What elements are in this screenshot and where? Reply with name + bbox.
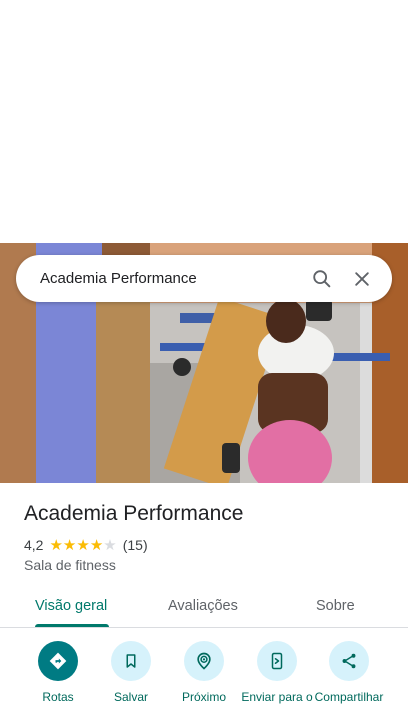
star-filled-icon: ★: [49, 536, 63, 554]
send-to-phone-button[interactable]: Enviar para o: [241, 641, 313, 705]
search-icon[interactable]: [302, 259, 342, 299]
place-tabs: Visão geral Avaliações Sobre: [0, 584, 408, 628]
rating-value: 4,2: [24, 537, 44, 553]
nearby-icon: [184, 641, 224, 681]
search-bar[interactable]: Academia Performance: [16, 255, 392, 302]
search-input[interactable]: Academia Performance: [40, 270, 302, 287]
share-label: Compartilhar: [314, 690, 384, 704]
share-icon: [329, 641, 369, 681]
map-blank-area: [0, 0, 408, 243]
rating-row[interactable]: 4,2 ★ ★ ★ ★ ★ (15): [24, 536, 394, 554]
nearby-label: Próximo: [181, 690, 226, 704]
send-to-phone-icon: [257, 641, 297, 681]
directions-icon: [38, 641, 78, 681]
place-title: Academia Performance: [24, 502, 244, 525]
tab-overview[interactable]: Visão geral: [35, 584, 107, 627]
review-count: (15): [122, 537, 148, 553]
star-empty-icon: ★: [103, 536, 117, 554]
place-category[interactable]: Sala de fitness: [24, 557, 394, 573]
place-info: Academia Performance 4,2 ★ ★ ★ ★ ★ (15) Sala…: [24, 500, 394, 573]
save-button[interactable]: Salvar: [95, 641, 167, 705]
share-button[interactable]: Compartilhar: [313, 641, 385, 705]
rating-stars: ★ ★ ★ ★ ★: [49, 538, 116, 553]
directions-label: Rotas: [42, 690, 74, 704]
send-to-phone-label: Enviar para o: [241, 690, 313, 704]
action-buttons: Rotas Salvar Próximo Enviar para o Compa…: [0, 641, 408, 726]
directions-button[interactable]: Rotas: [22, 641, 94, 705]
star-filled-icon: ★: [76, 536, 90, 554]
bookmark-icon: [111, 641, 151, 681]
star-filled-icon: ★: [62, 536, 77, 554]
save-label: Salvar: [113, 690, 148, 704]
tab-reviews[interactable]: Avaliações: [168, 584, 238, 627]
active-tab-indicator: [35, 624, 109, 627]
tab-about[interactable]: Sobre: [316, 584, 355, 627]
star-filled-icon: ★: [89, 536, 104, 554]
close-icon[interactable]: [342, 259, 382, 299]
nearby-button[interactable]: Próximo: [168, 641, 240, 705]
